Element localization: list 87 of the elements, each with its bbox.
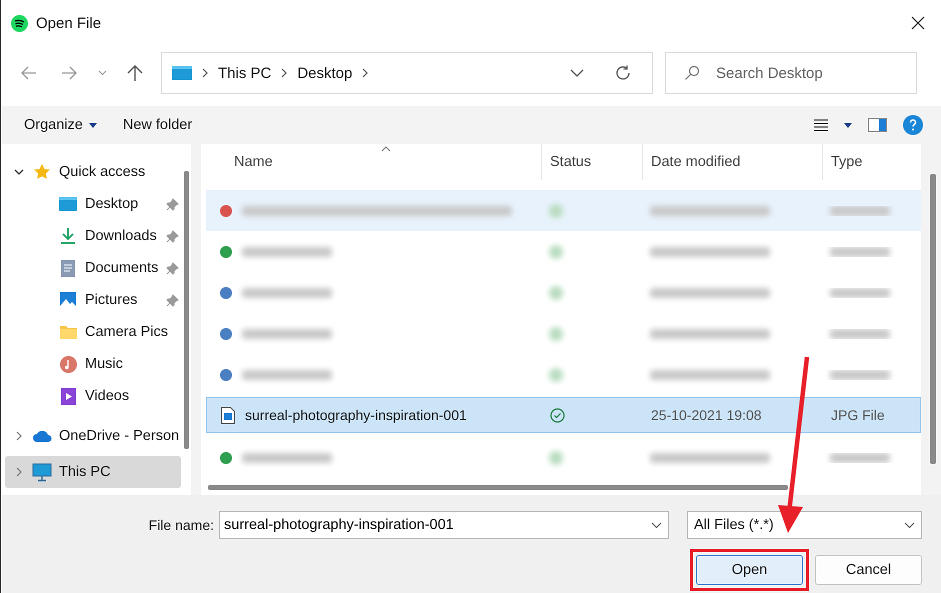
sidebar-item[interactable]: This PC [5, 456, 181, 488]
sidebar-label: Camera Pics [85, 324, 168, 340]
column-header[interactable]: Status [541, 144, 642, 180]
breadcrumb-item[interactable]: This PC [218, 64, 272, 82]
folder-icon [58, 324, 78, 340]
column-header[interactable]: Name [206, 144, 541, 180]
file-row[interactable]: surreal-photography-inspiration-001 25-10-2021 19:08 JPG File [206, 397, 921, 433]
chevron-right-icon[interactable] [16, 467, 22, 477]
sidebar-label: OneDrive - Person [59, 428, 180, 444]
type-cell-text: JPG File [830, 407, 886, 423]
blurred-text [830, 370, 890, 380]
blurred-status-icon [549, 368, 563, 382]
chevron-down-icon[interactable] [14, 169, 24, 175]
music-icon [58, 354, 78, 374]
sidebar-label: This PC [59, 464, 111, 480]
sidebar-item[interactable]: Documents [5, 252, 181, 284]
caret-icon[interactable] [88, 122, 97, 128]
arrow-right-icon[interactable] [61, 66, 77, 80]
document-icon [60, 258, 76, 278]
window-title: Open File [36, 14, 102, 32]
file-name-field[interactable]: surreal-photography-inspiration-001 [224, 517, 651, 533]
chevron-down-icon[interactable] [904, 522, 915, 528]
chevron-right-icon [202, 68, 208, 78]
sidebar-label: Downloads [85, 228, 157, 244]
sidebar-item[interactable]: OneDrive - Person [5, 420, 181, 452]
video-icon [60, 386, 76, 406]
address-bar[interactable]: This PC Desktop [161, 52, 653, 94]
sidebar-item[interactable]: Pictures [5, 284, 181, 316]
blurred-text [830, 246, 890, 256]
sidebar-label: Pictures [85, 292, 138, 308]
blurred-status-icon [549, 244, 563, 258]
desktop-icon [172, 65, 192, 81]
sidebar-label: Videos [85, 388, 130, 404]
chevron-down-icon[interactable] [570, 69, 584, 77]
scrollbar[interactable] [208, 484, 788, 490]
column-header[interactable]: Type [822, 144, 919, 180]
blurred-text [830, 206, 890, 216]
blurred-status-icon [549, 286, 563, 300]
download-icon [59, 227, 77, 245]
sidebar-label: Music [85, 356, 123, 372]
arrow-left-icon[interactable] [21, 66, 37, 80]
sidebar-item[interactable]: Quick access [5, 156, 181, 188]
sidebar-item[interactable]: Desktop [5, 188, 181, 220]
blurred-text [830, 288, 890, 298]
search-icon [684, 65, 700, 81]
date-cell-text: 25-10-2021 19:08 [650, 407, 763, 423]
open-button[interactable]: Open [696, 555, 803, 585]
sidebar-label: Quick access [59, 164, 146, 180]
search-field[interactable]: Search Desktop [714, 64, 878, 82]
check-circle-icon [550, 408, 565, 422]
app-logo-icon [11, 14, 28, 32]
close-icon[interactable] [911, 16, 925, 30]
refresh-icon[interactable] [614, 64, 632, 82]
chevron-down-icon[interactable] [651, 522, 662, 528]
blurred-status-icon [549, 450, 563, 464]
cancel-button[interactable]: Cancel [815, 555, 922, 585]
file-name-combo[interactable]: surreal-photography-inspiration-001 [219, 511, 669, 539]
blurred-text [830, 328, 890, 338]
blurred-status-icon [549, 204, 563, 218]
chevron-right-icon[interactable] [16, 431, 22, 441]
star-icon [33, 163, 51, 181]
cloud-icon [32, 429, 52, 443]
column-header[interactable]: Date modified [642, 144, 822, 180]
image-file-icon [221, 406, 235, 424]
sidebar-label: Documents [85, 260, 158, 276]
sidebar-label: Desktop [85, 196, 138, 212]
file-name-label: File name: [148, 517, 214, 533]
sidebar-item[interactable]: Music [5, 348, 181, 380]
arrow-up-icon[interactable] [127, 64, 143, 82]
file-name: surreal-photography-inspiration-001 [245, 407, 467, 423]
sidebar-item[interactable]: Camera Pics [5, 316, 181, 348]
search-box[interactable]: Search Desktop [665, 52, 917, 94]
organize-button[interactable]: Organize [15, 110, 106, 140]
computer-icon [32, 462, 52, 482]
chevron-right-icon [362, 68, 368, 78]
sidebar-item[interactable]: Videos [5, 380, 181, 412]
chevron-right-icon [281, 68, 288, 78]
blurred-status-icon [549, 326, 563, 340]
pictures-icon [59, 291, 77, 309]
scrollbar[interactable] [930, 174, 936, 464]
desktop-icon [58, 196, 78, 212]
sidebar-item[interactable]: Downloads [5, 220, 181, 252]
new-folder-button[interactable]: New folder [114, 110, 202, 140]
file-type-dropdown[interactable]: All Files (*.*) [687, 511, 922, 539]
breadcrumb-item[interactable]: Desktop [297, 64, 352, 82]
blurred-text [830, 452, 890, 462]
scrollbar[interactable] [184, 171, 189, 449]
